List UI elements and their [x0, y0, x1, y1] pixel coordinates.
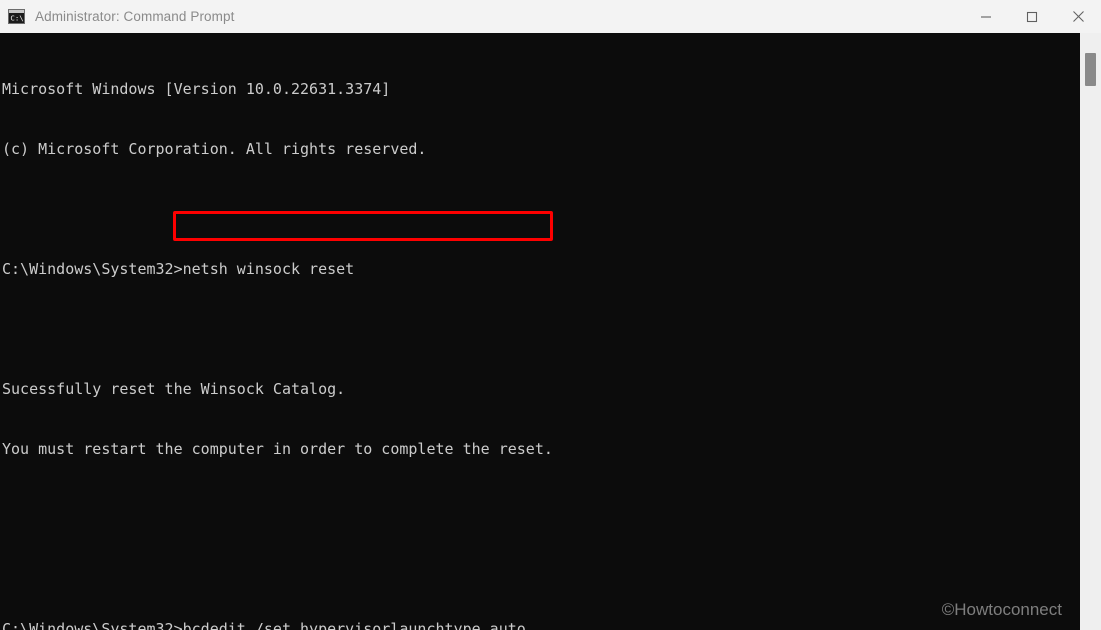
window-title: Administrator: Command Prompt — [35, 9, 235, 24]
console-line: C:\Windows\System32>netsh winsock reset — [2, 260, 355, 278]
window-caption-buttons — [963, 0, 1101, 33]
console-line: Sucessfully reset the Winsock Catalog. — [2, 380, 346, 398]
svg-text:C:\.: C:\. — [10, 14, 25, 23]
watermark: ©Howtoconnect — [941, 600, 1062, 619]
close-button[interactable] — [1055, 0, 1101, 33]
maximize-icon — [1026, 11, 1038, 22]
console-line: You must restart the computer in order t… — [2, 440, 553, 458]
console-line: (c) Microsoft Corporation. All rights re… — [2, 140, 427, 158]
minimize-icon — [981, 15, 991, 18]
vertical-scrollbar[interactable] — [1080, 33, 1101, 630]
close-icon — [1072, 11, 1084, 22]
minimize-button[interactable] — [963, 0, 1009, 33]
title-bar[interactable]: C:\. Administrator: Command Prompt — [0, 0, 1101, 33]
command-prompt-window: C:\. Administrator: Command Prompt — [0, 0, 1101, 630]
console-line: C:\Windows\System32>bcdedit /set hypervi… — [2, 620, 526, 630]
scrollbar-thumb[interactable] — [1085, 53, 1096, 86]
terminal-output-area[interactable]: Microsoft Windows [Version 10.0.22631.33… — [0, 33, 1080, 630]
console-line: Microsoft Windows [Version 10.0.22631.33… — [2, 80, 391, 98]
command-prompt-icon: C:\. — [8, 9, 28, 24]
console-text: Microsoft Windows [Version 10.0.22631.33… — [0, 33, 553, 630]
maximize-button[interactable] — [1009, 0, 1055, 33]
